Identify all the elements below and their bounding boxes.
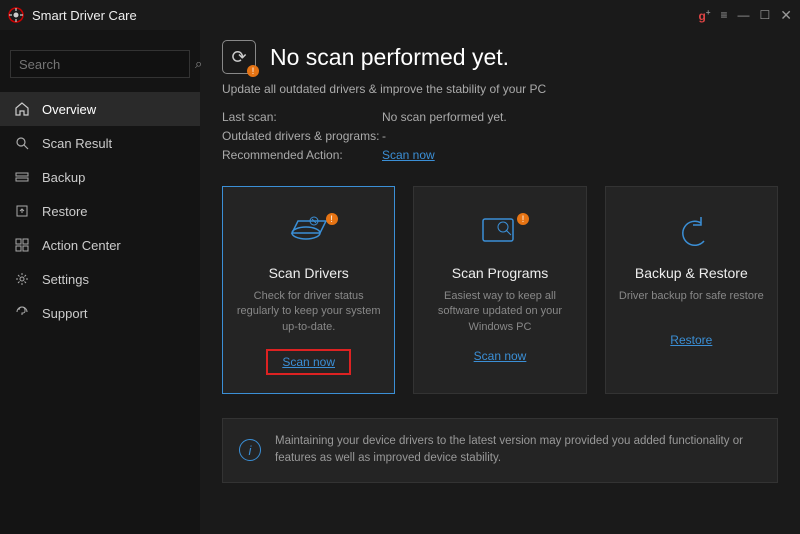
maximize-button[interactable]: ☐: [760, 8, 771, 22]
grid-icon: [14, 237, 30, 253]
scan-icon: [14, 135, 30, 151]
sidebar-item-settings[interactable]: Settings: [0, 262, 200, 296]
gear-icon: [14, 271, 30, 287]
app-logo-icon: [8, 7, 24, 23]
menu-icon[interactable]: ≡: [720, 8, 727, 22]
home-icon: [14, 101, 30, 117]
close-button[interactable]: ✕: [780, 7, 792, 24]
alert-badge-icon: !: [517, 213, 529, 225]
sidebar-item-label: Backup: [42, 170, 85, 185]
drive-icon: !: [284, 209, 334, 253]
card-scan-programs[interactable]: ! Scan Programs Easiest way to keep all …: [413, 186, 586, 394]
titlebar: Smart Driver Care g+ ≡ — ☐ ✕: [0, 0, 800, 30]
backup-icon: [14, 169, 30, 185]
sidebar: ⌕ Overview Scan Result Backup Restore Ac…: [0, 30, 200, 534]
info-table: Last scan: No scan performed yet. Outdat…: [222, 110, 778, 162]
app-title: Smart Driver Care: [32, 8, 698, 23]
sidebar-item-label: Scan Result: [42, 136, 112, 151]
card-desc: Easiest way to keep all software updated…: [426, 289, 573, 335]
recommended-action-link[interactable]: Scan now: [382, 148, 778, 162]
last-scan-label: Last scan:: [222, 110, 382, 124]
alert-badge-icon: !: [247, 65, 259, 77]
info-banner: i Maintaining your device drivers to the…: [222, 418, 778, 483]
card-title: Scan Drivers: [269, 265, 349, 281]
restore-icon: [14, 203, 30, 219]
sidebar-item-scan-result[interactable]: Scan Result: [0, 126, 200, 160]
sidebar-item-label: Support: [42, 306, 88, 321]
cards-row: ! Scan Drivers Check for driver status r…: [222, 186, 778, 394]
search-input[interactable]: [19, 57, 195, 72]
scan-now-link[interactable]: Scan now: [266, 349, 351, 375]
backup-restore-icon: [666, 209, 716, 253]
restore-link[interactable]: Restore: [670, 333, 712, 347]
support-icon: [14, 305, 30, 321]
recommended-label: Recommended Action:: [222, 148, 382, 162]
page-header: ⟳ ! No scan performed yet.: [222, 40, 778, 74]
sidebar-item-backup[interactable]: Backup: [0, 160, 200, 194]
refresh-icon: ⟳ !: [222, 40, 256, 74]
card-title: Backup & Restore: [635, 265, 748, 281]
page-subtitle: Update all outdated drivers & improve th…: [222, 82, 778, 96]
app-body: ⌕ Overview Scan Result Backup Restore Ac…: [0, 30, 800, 534]
sidebar-item-label: Action Center: [42, 238, 121, 253]
card-scan-drivers[interactable]: ! Scan Drivers Check for driver status r…: [222, 186, 395, 394]
page-title: No scan performed yet.: [270, 44, 509, 71]
card-title: Scan Programs: [452, 265, 548, 281]
card-backup-restore[interactable]: Backup & Restore Driver backup for safe …: [605, 186, 778, 394]
info-icon: i: [239, 439, 261, 461]
window-controls: g+ ≡ — ☐ ✕: [698, 7, 792, 24]
main-content: ⟳ ! No scan performed yet. Update all ou…: [200, 30, 800, 534]
last-scan-value: No scan performed yet.: [382, 110, 778, 124]
outdated-label: Outdated drivers & programs:: [222, 129, 382, 143]
search-box[interactable]: ⌕: [10, 50, 190, 78]
banner-text: Maintaining your device drivers to the l…: [275, 433, 761, 468]
alert-badge-icon: !: [326, 213, 338, 225]
app-window: Smart Driver Care g+ ≡ — ☐ ✕ ⌕ Overview …: [0, 0, 800, 534]
card-desc: Check for driver status regularly to kee…: [235, 289, 382, 335]
sidebar-item-label: Overview: [42, 102, 96, 117]
scan-now-link[interactable]: Scan now: [474, 349, 527, 363]
card-desc: Driver backup for safe restore: [619, 289, 764, 319]
account-icon[interactable]: g+: [698, 8, 710, 23]
sidebar-item-label: Restore: [42, 204, 88, 219]
sidebar-item-action-center[interactable]: Action Center: [0, 228, 200, 262]
sidebar-item-support[interactable]: Support: [0, 296, 200, 330]
minimize-button[interactable]: —: [738, 8, 750, 22]
outdated-value: -: [382, 129, 778, 143]
sidebar-item-restore[interactable]: Restore: [0, 194, 200, 228]
sidebar-item-overview[interactable]: Overview: [0, 92, 200, 126]
sidebar-item-label: Settings: [42, 272, 89, 287]
programs-icon: !: [475, 209, 525, 253]
